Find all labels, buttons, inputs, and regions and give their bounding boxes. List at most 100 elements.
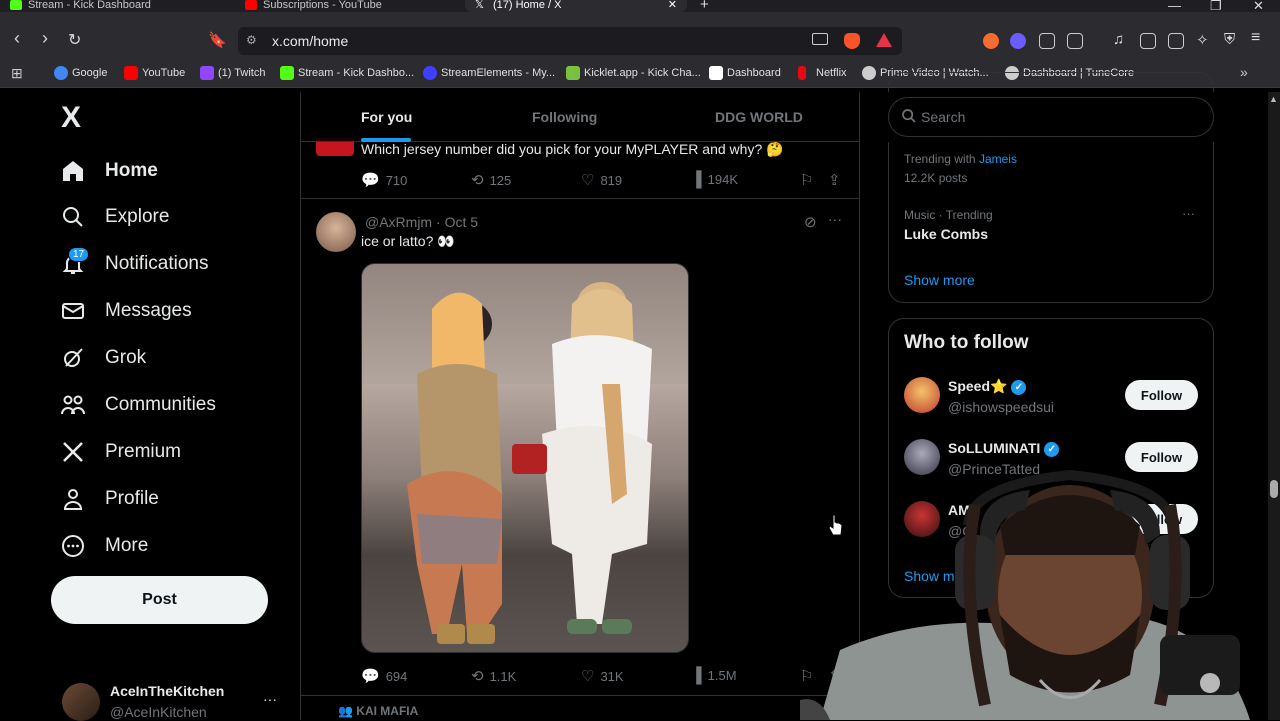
account-name[interactable]: SoLLUMINATI ✓ xyxy=(948,440,1060,457)
tweet-date[interactable]: Oct 5 xyxy=(445,214,478,230)
bookmark-youtube[interactable]: YouTube xyxy=(124,66,185,80)
nav-label: Home xyxy=(105,160,158,181)
extension-icon[interactable] xyxy=(1010,33,1026,49)
site-settings-icon[interactable]: ⚙ xyxy=(246,33,257,47)
google-icon xyxy=(54,66,68,80)
search-input[interactable]: Search xyxy=(888,97,1214,137)
nav-more[interactable]: More xyxy=(60,526,148,566)
show-more-link[interactable]: Show more xyxy=(904,272,975,288)
like-count: 819 xyxy=(600,172,623,188)
page-scrollbar[interactable] xyxy=(1268,92,1280,720)
wallet-icon[interactable] xyxy=(1168,33,1184,49)
community-name: KAI MAFIA xyxy=(356,704,419,718)
bookmark-tweet-button[interactable]: ⚐ xyxy=(800,171,819,189)
bookmark-netflix[interactable]: Netflix xyxy=(798,66,847,80)
extension-icon[interactable] xyxy=(983,33,999,49)
reply-count: 710 xyxy=(385,172,408,188)
tab-for-you[interactable]: For you xyxy=(361,109,412,125)
tab-youtube[interactable]: Subscriptions - YouTube xyxy=(235,0,460,12)
repost-button[interactable]: ⟲ 125 xyxy=(471,171,511,189)
close-tab-icon[interactable]: ✕ xyxy=(668,0,677,11)
nav-home[interactable]: Home xyxy=(60,151,158,191)
nav-notifications[interactable]: 17 Notifications xyxy=(60,244,209,284)
reply-icon: 💬 xyxy=(361,172,380,189)
repost-count: 1.1K xyxy=(489,668,517,684)
scroll-up-icon[interactable]: ▲ xyxy=(1269,94,1278,104)
sidebar-icon[interactable] xyxy=(1140,33,1156,49)
nav-label: Profile xyxy=(105,488,159,509)
like-button[interactable]: ♡ 819 xyxy=(581,171,622,189)
grok-analyze-icon[interactable]: ⊘ xyxy=(804,213,817,231)
account-name[interactable]: Speed⭐ ✓ xyxy=(948,378,1027,395)
back-icon[interactable]: ‹ xyxy=(14,28,20,49)
follow-button[interactable]: Follow xyxy=(1125,380,1198,410)
bookmark-dashboard[interactable]: Dashboard xyxy=(709,66,781,80)
account-more-icon[interactable]: ··· xyxy=(263,691,277,707)
reply-button[interactable]: 💬 710 xyxy=(361,171,407,189)
screenshot-icon[interactable] xyxy=(1067,33,1083,49)
share-icon: ⇪ xyxy=(828,172,841,189)
reload-icon[interactable]: ↻ xyxy=(68,30,81,50)
trend-link[interactable]: Jameis xyxy=(979,152,1017,166)
tab-x-home[interactable]: 𝕏 (17) Home / X ✕ xyxy=(465,0,687,12)
vpn-icon[interactable]: ⛨ xyxy=(1224,31,1235,48)
reply-button[interactable]: 💬 694 xyxy=(361,667,407,685)
nav-explore[interactable]: Explore xyxy=(60,197,169,237)
bell-icon: 17 xyxy=(60,247,90,277)
account-name[interactable]: AceInTheKitchen xyxy=(110,683,224,699)
repost-button[interactable]: ⟲ 1.1K xyxy=(471,667,516,685)
leo-ai-icon[interactable]: ✧ xyxy=(1196,31,1209,49)
like-button[interactable]: ♡ 31K xyxy=(581,667,624,685)
avatar[interactable] xyxy=(904,377,940,413)
nav-communities[interactable]: Communities xyxy=(60,385,216,425)
avatar[interactable] xyxy=(316,212,356,252)
bookmark-streamelements[interactable]: StreamElements - My... xyxy=(423,66,555,80)
reply-icon: 💬 xyxy=(361,668,380,685)
music-icon[interactable]: ♫ xyxy=(1113,31,1124,48)
nav-profile[interactable]: Profile xyxy=(60,479,159,519)
url-text[interactable]: x.com/home xyxy=(272,33,348,49)
bookmark-kick[interactable]: Stream - Kick Dashbo... xyxy=(280,66,414,80)
tab-kick[interactable]: Stream - Kick Dashboard xyxy=(0,0,230,12)
tab-ddg-world[interactable]: DDG WORLD xyxy=(715,109,803,125)
x-logo[interactable]: X xyxy=(61,101,81,135)
brave-rewards-icon[interactable] xyxy=(876,33,892,47)
verified-icon: ✓ xyxy=(1011,380,1027,395)
bookmark-google[interactable]: Google xyxy=(54,66,107,80)
nav-label: Grok xyxy=(105,347,147,368)
nav-premium[interactable]: Premium xyxy=(60,432,181,472)
bookmark-kicklet[interactable]: Kicklet.app - Kick Cha... xyxy=(566,66,701,80)
divider xyxy=(301,695,859,696)
nav-grok[interactable]: Grok xyxy=(60,338,146,378)
post-button[interactable]: Post xyxy=(51,576,268,624)
cast-icon[interactable] xyxy=(812,33,828,45)
share-button[interactable]: ⇪ xyxy=(828,171,847,189)
avatar[interactable] xyxy=(62,683,100,721)
nav-messages[interactable]: Messages xyxy=(60,291,192,331)
tweet-more-icon[interactable]: ··· xyxy=(828,211,842,227)
bookmark-icon[interactable]: 🔖 xyxy=(208,31,227,49)
trend-name[interactable]: Luke Combs xyxy=(904,226,988,242)
tweet-handle[interactable]: @AxRmjm xyxy=(365,214,432,230)
extensions-puzzle-icon[interactable] xyxy=(1039,33,1055,49)
brave-shield-icon[interactable] xyxy=(844,33,860,49)
tweet-media-image[interactable] xyxy=(361,263,689,653)
bookmark-label: Kicklet.app - Kick Cha... xyxy=(584,67,701,79)
apps-grid-icon[interactable]: ⊞ xyxy=(11,65,23,82)
menu-icon[interactable]: ≡ xyxy=(1251,29,1260,47)
globe-icon xyxy=(862,66,876,80)
bookmark-twitch[interactable]: (1) Twitch xyxy=(200,66,265,80)
tab-label: Subscriptions - YouTube xyxy=(263,0,382,11)
views-button[interactable]: ▐ 194K xyxy=(691,171,738,188)
trend-more-icon[interactable]: ··· xyxy=(1182,206,1195,221)
verified-icon: ✓ xyxy=(1044,442,1060,457)
community-label[interactable]: 👥 KAI MAFIA xyxy=(338,704,418,718)
streamelements-icon xyxy=(423,66,437,80)
nav-label: More xyxy=(105,535,149,556)
forward-icon[interactable]: › xyxy=(42,28,48,49)
views-button[interactable]: ▐ 1.5M xyxy=(691,667,737,684)
tab-following[interactable]: Following xyxy=(532,109,597,125)
bookmark-label: Netflix xyxy=(816,67,847,79)
scroll-thumb[interactable] xyxy=(1270,480,1278,498)
more-bookmarks-icon[interactable]: » xyxy=(1240,64,1248,80)
